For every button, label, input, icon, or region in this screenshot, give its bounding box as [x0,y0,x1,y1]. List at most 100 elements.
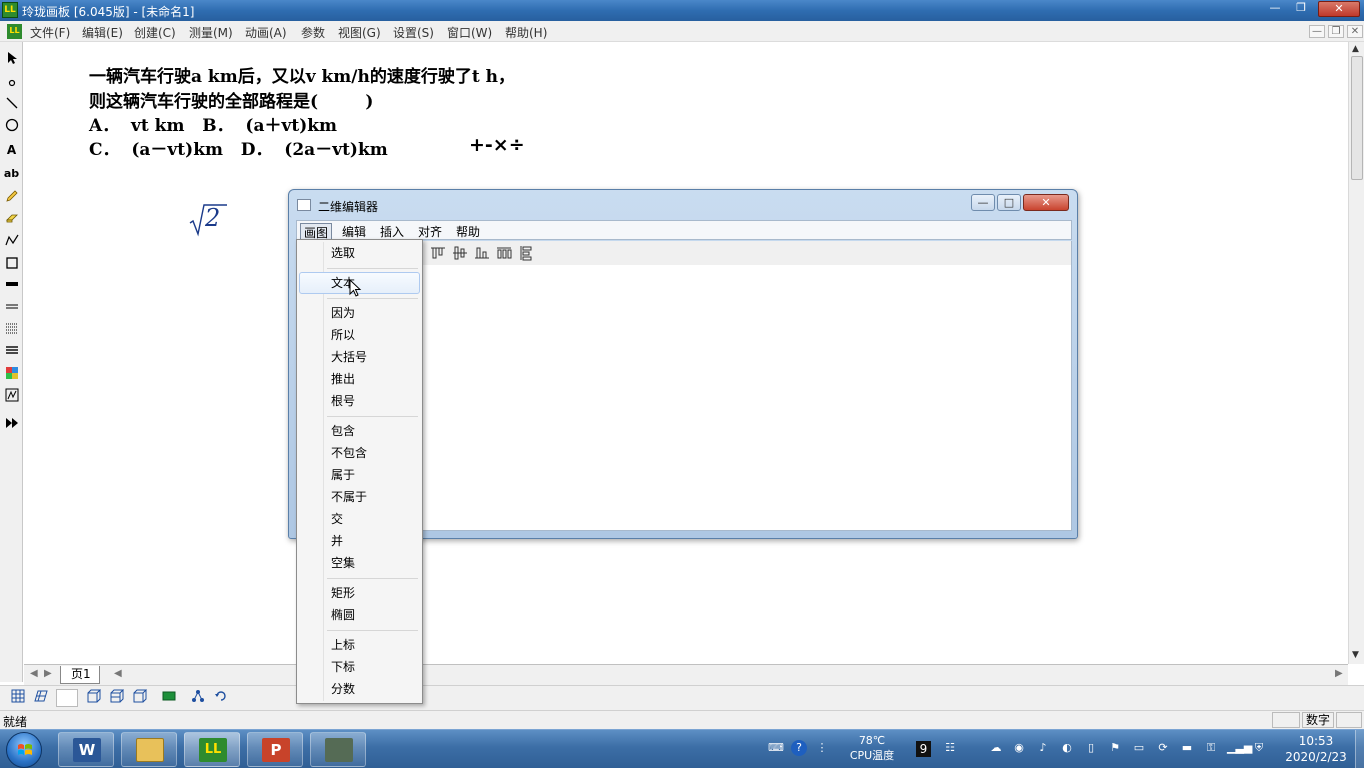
menu-measure[interactable]: 测量(M) [189,24,233,41]
vertical-scrollbar[interactable]: ▲ ▼ [1348,42,1364,664]
lines-icon[interactable] [2,343,21,362]
pencil-icon[interactable] [2,189,21,208]
menu-item-implies[interactable]: 推出 [299,368,420,390]
arithmetic-operators[interactable]: +-×÷ [469,134,525,156]
blank-field[interactable] [56,689,78,707]
dialog-minimize-button[interactable]: — [971,194,995,211]
mdi-restore-button[interactable]: ❐ [1328,25,1344,38]
maximize-button[interactable]: ❐ [1290,1,1312,17]
text-icon[interactable]: A [2,141,21,160]
grid-icon[interactable] [9,689,27,707]
usb-icon[interactable]: ▯ [1083,740,1099,756]
menu-item-select[interactable]: 选取 [299,242,420,264]
thick-line-icon[interactable] [2,277,21,296]
color-palette-icon[interactable] [2,366,21,385]
tab-page-1[interactable]: 页1 [60,666,100,684]
sync-icon[interactable]: ⟳ [1155,740,1171,756]
distribute-vertical-icon[interactable] [518,245,534,261]
menu-item-intersection[interactable]: 交 [299,508,420,530]
menu-params[interactable]: 参数 [301,24,325,41]
menu-item-fraction[interactable]: 分数 [299,678,420,700]
tray-grid-icon[interactable]: ☷ [942,740,958,756]
eraser-icon[interactable] [2,211,21,230]
distribute-horizontal-icon[interactable] [496,245,512,261]
square-root-expression[interactable]: 2 [189,202,229,238]
keyboard-icon[interactable]: ⌨ [768,740,784,756]
graph-icon[interactable] [2,388,21,407]
tray-expand-icon[interactable]: ⋮ [814,740,830,756]
menu-help[interactable]: 帮助(H) [505,24,547,41]
dotted-list-icon[interactable] [2,321,21,340]
menu-item-ellipse[interactable]: 椭圆 [299,604,420,626]
transform-icon[interactable] [189,689,207,707]
menu-item-superscript[interactable]: 上标 [299,634,420,656]
signal-icon[interactable]: ▁▃▅ [1227,740,1252,756]
webcam-icon[interactable]: ◉ [1011,740,1027,756]
rectangle-icon[interactable] [2,256,21,275]
menu-item-root[interactable]: 根号 [299,390,420,412]
menu-item-empty-set[interactable]: 空集 [299,552,420,574]
dialog-close-button[interactable]: ✕ [1023,194,1069,211]
tab-next-icon[interactable]: ▶ [44,668,52,679]
dialog-menu-edit[interactable]: 编辑 [339,223,369,240]
show-desktop-button[interactable] [1355,730,1364,768]
dialog-menu-insert[interactable]: 插入 [377,223,407,240]
document-icon[interactable]: LL [7,24,22,39]
scroll-up-icon[interactable]: ▲ [1352,44,1359,54]
taskbar-word-button[interactable]: W [58,732,114,767]
hscroll-right-icon[interactable]: ▶ [1335,668,1343,679]
menu-item-union[interactable]: 并 [299,530,420,552]
network-share-icon[interactable]: ☁ [988,740,1004,756]
mdi-close-button[interactable]: ✕ [1347,25,1363,38]
shield-icon[interactable]: ⛨ [1251,740,1267,756]
point-icon[interactable] [2,74,21,93]
taskbar-linglong-button[interactable]: LL [184,732,240,767]
close-button[interactable]: ✕ [1318,1,1360,17]
menu-view[interactable]: 视图(G) [338,24,381,41]
help-icon[interactable]: ? [791,740,807,756]
align-bottom-icon[interactable] [474,245,490,261]
menu-item-rectangle[interactable]: 矩形 [299,582,420,604]
start-button[interactable] [6,732,42,768]
dialog-menu-align[interactable]: 对齐 [415,223,445,240]
system-clock[interactable]: 10:53 2020/2/23 [1280,733,1352,765]
menu-item-therefore[interactable]: 所以 [299,324,420,346]
display-icon[interactable]: ▭ [1131,740,1147,756]
cube-alt-icon[interactable] [108,689,126,707]
menu-item-because[interactable]: 因为 [299,302,420,324]
lock-icon[interactable]: ⚿ [1203,740,1219,756]
monitor-icon[interactable]: ▬ [1179,740,1195,756]
menu-item-subset[interactable]: 包含 [299,420,420,442]
green-rect-icon[interactable] [160,689,178,707]
dialog-maximize-button[interactable]: □ [997,194,1021,211]
menu-item-not-element-of[interactable]: 不属于 [299,486,420,508]
taskbar-software-button[interactable] [310,732,366,767]
menu-settings[interactable]: 设置(S) [393,24,434,41]
circle-icon[interactable] [2,118,21,137]
arrow-pointer-icon[interactable] [2,51,21,70]
cube-icon[interactable] [85,689,103,707]
box-icon[interactable] [131,689,149,707]
scroll-down-icon[interactable]: ▼ [1352,650,1359,660]
line-icon[interactable] [2,96,21,115]
hscroll-left-icon[interactable]: ◀ [114,668,122,679]
skew-grid-icon[interactable] [32,689,50,707]
scroll-thumb[interactable] [1351,56,1363,180]
polyline-icon[interactable] [2,233,21,252]
menu-window[interactable]: 窗口(W) [447,24,492,41]
menu-animate[interactable]: 动画(A) [245,24,287,41]
mdi-minimize-button[interactable]: — [1309,25,1325,38]
taskbar-powerpoint-button[interactable]: P [247,732,303,767]
rotate-icon[interactable] [212,689,230,707]
align-middle-icon[interactable] [452,245,468,261]
dialog-menu-help[interactable]: 帮助 [453,223,483,240]
menu-file[interactable]: 文件(F) [30,24,70,41]
tab-prev-icon[interactable]: ◀ [30,668,38,679]
double-line-icon[interactable] [2,299,21,318]
menu-edit[interactable]: 编辑(E) [82,24,123,41]
fast-forward-icon[interactable] [2,416,21,435]
menu-item-not-subset[interactable]: 不包含 [299,442,420,464]
menu-create[interactable]: 创建(C) [134,24,176,41]
volume-icon[interactable]: ♪ [1035,740,1051,756]
label-icon[interactable]: ab [2,164,21,183]
